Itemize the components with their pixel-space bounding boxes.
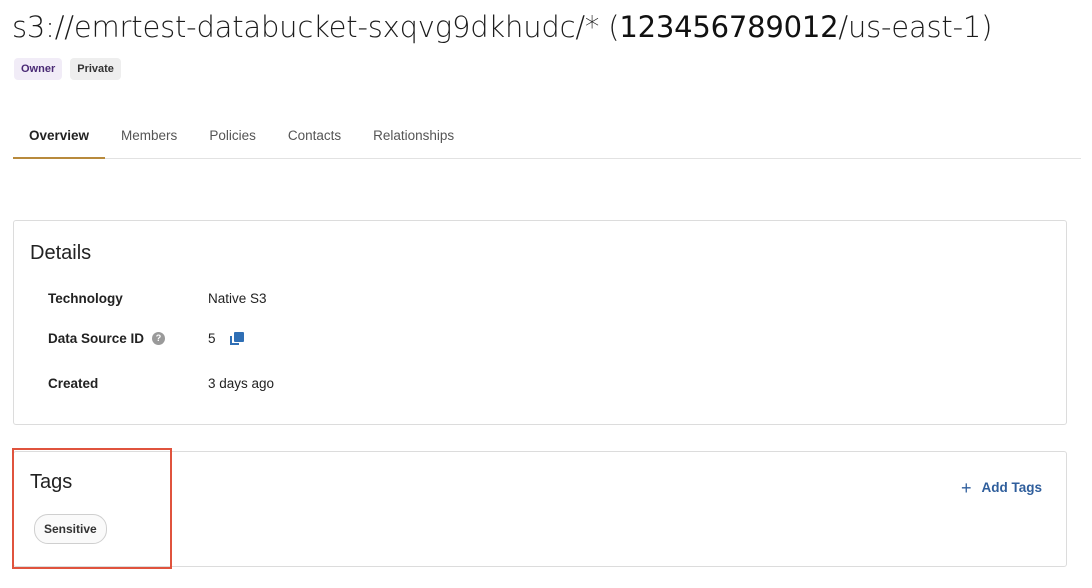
created-label: Created [48,376,99,391]
plus-icon: + [960,477,972,498]
created-value: 3 days ago [208,376,275,391]
details-card: Details Technology Native S3 Data Source… [13,220,1067,425]
tab-overview[interactable]: Overview [13,122,106,159]
tab-bar: Overview Members Policies Contacts Relat… [13,122,1081,159]
tab-relationships[interactable]: Relationships [357,122,470,158]
technology-label: Technology [48,291,123,306]
technology-row: Technology Native S3 [48,291,267,306]
owner-badge: Owner [14,58,63,80]
tab-policies[interactable]: Policies [193,122,272,158]
data-source-id-label-wrap: Data Source ID ? [48,331,208,346]
tab-members[interactable]: Members [105,122,193,158]
tags-title: Tags [30,471,73,493]
badge-group: Owner Private [14,58,121,80]
created-row: Created 3 days ago [48,376,274,391]
technology-value: Native S3 [208,291,267,306]
data-source-id-row: Data Source ID ? 5 [48,331,244,346]
title-account-id: 123456789012 [619,10,839,44]
details-title: Details [30,242,92,264]
data-source-id-value-wrap: 5 [208,331,244,346]
help-icon[interactable]: ? [152,332,166,345]
tab-contacts[interactable]: Contacts [272,122,357,158]
title-suffix: /us-east-1) [838,10,993,44]
tags-card: Tags Sensitive + Add Tags [13,451,1067,567]
title-prefix: s3://emrtest-databucket-sxqvg9dkhudc/* ( [12,10,620,44]
add-tags-button[interactable]: + Add Tags [960,477,1043,498]
data-source-id-label: Data Source ID [48,331,145,346]
copy-icon[interactable] [229,331,244,346]
tag-chip-sensitive[interactable]: Sensitive [34,514,107,544]
data-source-id-value: 5 [208,331,216,346]
page-title: s3://emrtest-databucket-sxqvg9dkhudc/* (… [12,10,992,44]
add-tags-label: Add Tags [981,480,1043,495]
private-badge: Private [70,58,121,80]
